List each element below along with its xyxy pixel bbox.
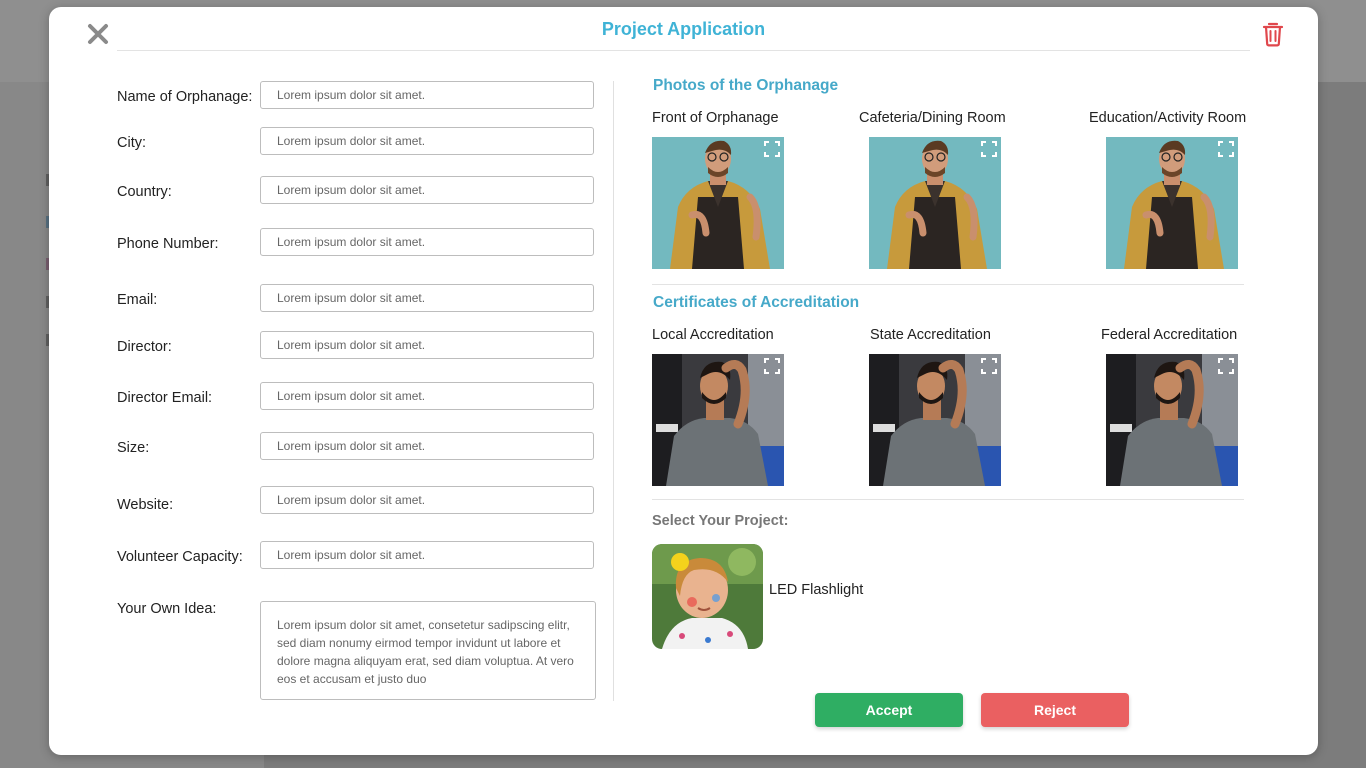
photo-thumbnail-education[interactable] (1106, 137, 1238, 269)
expand-icon[interactable] (981, 141, 997, 157)
photo-label-education: Education/Activity Room (1089, 110, 1247, 126)
director-email-input[interactable] (260, 382, 594, 410)
size-label: Size: (117, 440, 150, 456)
phone-number-input[interactable] (260, 228, 594, 256)
director-email-label: Director Email: (117, 390, 213, 406)
certificate-label-federal: Federal Accreditation (1101, 327, 1238, 343)
website-label: Website: (117, 497, 174, 513)
photo-thumbnail-front[interactable] (652, 137, 784, 269)
section-divider (652, 284, 1244, 285)
volunteer-capacity-label: Volunteer Capacity: (117, 549, 243, 565)
email-input[interactable] (260, 284, 594, 312)
section-divider (652, 499, 1244, 500)
expand-icon[interactable] (764, 358, 780, 374)
city-input[interactable] (260, 127, 594, 155)
certificates-section-title: Certificates of Accreditation (653, 294, 860, 311)
certificate-thumbnail-local[interactable] (652, 354, 784, 486)
email-label: Email: (117, 292, 158, 308)
project-image[interactable] (652, 544, 763, 649)
accept-button[interactable]: Accept (815, 693, 963, 727)
project-name: LED Flashlight (769, 582, 864, 598)
photos-section-title: Photos of the Orphanage (653, 77, 839, 94)
certificate-label-local: Local Accreditation (652, 327, 774, 343)
photo-label-front: Front of Orphanage (652, 110, 779, 126)
expand-icon[interactable] (764, 141, 780, 157)
select-project-title: Select Your Project: (652, 513, 789, 529)
reject-button[interactable]: Reject (981, 693, 1129, 727)
city-label: City: (117, 135, 146, 151)
modal-title: Project Application (601, 19, 766, 39)
expand-icon[interactable] (981, 358, 997, 374)
trash-icon[interactable] (1262, 21, 1284, 47)
country-input[interactable] (260, 176, 594, 204)
director-input[interactable] (260, 331, 594, 359)
child-photo (652, 544, 763, 649)
project-application-modal: Project Application Name of Orphanage: C… (49, 7, 1318, 755)
photo-thumbnail-cafeteria[interactable] (869, 137, 1001, 269)
expand-icon[interactable] (1218, 141, 1234, 157)
title-divider (117, 50, 1250, 51)
size-input[interactable] (260, 432, 594, 460)
column-divider (613, 81, 614, 701)
expand-icon[interactable] (1218, 358, 1234, 374)
certificate-label-state: State Accreditation (870, 327, 991, 343)
own-idea-textarea[interactable]: Lorem ipsum dolor sit amet, consetetur s… (260, 601, 596, 700)
phone-number-label: Phone Number: (117, 236, 219, 252)
country-label: Country: (117, 184, 172, 200)
orphanage-name-label: Name of Orphanage: (117, 89, 253, 105)
certificate-thumbnail-state[interactable] (869, 354, 1001, 486)
volunteer-capacity-input[interactable] (260, 541, 594, 569)
own-idea-label: Your Own Idea: (117, 601, 217, 617)
director-label: Director: (117, 339, 172, 355)
website-input[interactable] (260, 486, 594, 514)
orphanage-name-input[interactable] (260, 81, 594, 109)
certificate-thumbnail-federal[interactable] (1106, 354, 1238, 486)
photo-label-cafeteria: Cafeteria/Dining Room (859, 110, 1006, 126)
